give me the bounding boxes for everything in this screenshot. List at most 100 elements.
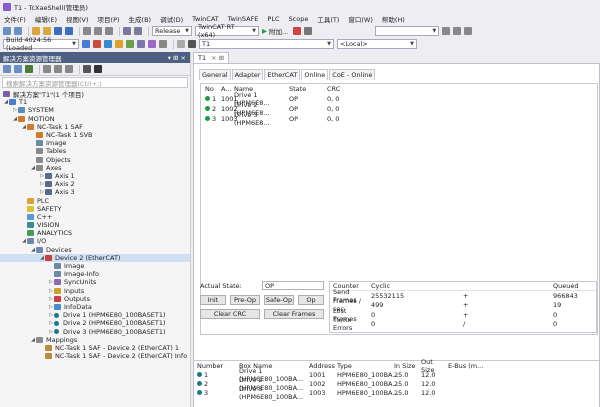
safeop-button[interactable]: Safe-Op — [264, 295, 294, 305]
attach-button[interactable]: 附加... — [269, 26, 288, 36]
col-no[interactable]: No — [201, 85, 221, 93]
tree-item-analytics[interactable]: ANALYTICS — [0, 229, 190, 237]
platform-dropdown[interactable]: TwinCAT RT (x64) ▼ — [195, 23, 259, 39]
scan-icon[interactable] — [115, 40, 123, 48]
tree-item-axis-1[interactable]: ▷ Axis 1 — [0, 172, 190, 180]
tree-item-cpp[interactable]: C++ — [0, 213, 190, 221]
col-number[interactable]: Number — [194, 362, 239, 370]
tree-item-axes[interactable]: ◢ Axes — [0, 164, 190, 172]
tree-item-device-2-ethercat[interactable]: ◢ Device 2 (EtherCAT) — [0, 253, 190, 262]
menu-tools[interactable]: 工具(T) — [317, 14, 339, 24]
toggle-freerun-icon[interactable] — [126, 40, 134, 48]
col-address[interactable]: Address — [309, 362, 337, 370]
tree-item-vision[interactable]: VISION — [0, 221, 190, 229]
toolbox-icon[interactable] — [453, 27, 462, 35]
tree-item-drive-3[interactable]: ▷ Drive 3 (HPM6E80_100BASET1) — [0, 327, 190, 336]
sync-icon[interactable] — [43, 65, 51, 73]
tree-item-io[interactable]: ◢ I/O — [0, 237, 190, 245]
tab-general[interactable]: General — [199, 69, 231, 80]
new-project-icon[interactable] — [32, 27, 40, 35]
tree-item-safety[interactable]: SAFETY — [0, 205, 190, 213]
col-ebus[interactable]: E-Bus (m... — [448, 362, 488, 370]
tree-item-objects[interactable]: Objects — [0, 156, 190, 164]
init-button[interactable]: Init — [200, 295, 226, 305]
pin-icon[interactable]: ▾ ⊞ — [168, 54, 179, 62]
close-icon[interactable]: × — [181, 54, 186, 62]
find-combo[interactable]: ▼ — [375, 26, 440, 36]
back-icon[interactable] — [3, 27, 11, 35]
undo-icon[interactable] — [123, 27, 131, 35]
tree-item-image-info[interactable]: Image-Info — [0, 270, 190, 278]
solution-search-input[interactable]: 搜索解决方案资源管理器(Ctrl+;) — [2, 77, 188, 88]
cut-icon[interactable] — [83, 27, 91, 35]
tree-item-image[interactable]: Image — [0, 139, 190, 147]
show-online-icon[interactable] — [137, 40, 145, 48]
tree-item-syncunits[interactable]: ▷ SyncUnits — [0, 278, 190, 286]
pointer-icon[interactable] — [177, 40, 185, 48]
properties-icon[interactable] — [464, 27, 473, 35]
clear-frames-button[interactable]: Clear Frames — [264, 309, 324, 319]
tree-item-mapping-info[interactable]: NC-Task 1 SAF - Device 2 (EtherCAT) Info — [0, 352, 190, 360]
menu-twincat[interactable]: TwinCAT — [192, 15, 219, 23]
home-icon[interactable] — [25, 65, 33, 73]
col-type[interactable]: Type — [337, 362, 394, 370]
device-row[interactable]: 3 1003 Drive 3 (HPM6E8... OP 0, 0 — [201, 111, 597, 127]
properties-icon[interactable] — [83, 65, 91, 73]
save-icon[interactable] — [54, 27, 62, 35]
redo-icon[interactable] — [134, 27, 142, 35]
save-all-icon[interactable] — [65, 27, 73, 35]
copy-icon[interactable] — [94, 27, 102, 35]
tree-item-nc-task[interactable]: ◢ NC-Task 1 SAF — [0, 123, 190, 131]
tab-coe-online[interactable]: CoE - Online — [329, 69, 376, 80]
tree-item-mappings[interactable]: ◢ Mappings — [0, 336, 190, 344]
menu-help[interactable]: 帮助(H) — [382, 14, 405, 24]
menu-scope[interactable]: Scope — [289, 15, 309, 23]
target-system-dropdown[interactable]: <Local> ▼ — [337, 39, 417, 49]
refresh-icon[interactable] — [54, 65, 62, 73]
find-icon[interactable] — [442, 27, 451, 35]
stop-icon[interactable] — [293, 27, 302, 35]
select-icon[interactable] — [188, 40, 196, 48]
tab-adapter[interactable]: Adapter — [231, 69, 264, 80]
activate-config-icon[interactable] — [82, 40, 90, 48]
tools-icon[interactable] — [159, 40, 167, 48]
box-row[interactable]: 3 Drive 3 (HPM6E80_100BA... 1003 HPM6E80… — [194, 385, 599, 401]
tree-item-system[interactable]: ▷ SYSTEM — [0, 106, 190, 114]
close-icon[interactable]: × ⊞ — [211, 54, 224, 62]
forward-icon[interactable] — [14, 65, 22, 73]
project-target-dropdown[interactable]: T1 ▼ — [199, 39, 334, 49]
menu-debug[interactable]: 调试(D) — [160, 14, 183, 24]
menu-project[interactable]: 项目(P) — [98, 14, 120, 24]
tree-item-solution[interactable]: 解决方案"T1"(1 个项目) — [0, 90, 190, 99]
step-icon[interactable] — [304, 27, 313, 35]
license-icon[interactable] — [148, 40, 156, 48]
collapse-all-icon[interactable] — [65, 65, 73, 73]
menu-build[interactable]: 生成(B) — [129, 14, 152, 24]
document-tab-t1[interactable]: T1 × ⊞ — [193, 52, 230, 63]
tree-item-devices[interactable]: ◢ Devices — [0, 246, 190, 254]
tab-ethercat[interactable]: EtherCAT — [264, 69, 301, 80]
tree-item-plc[interactable]: PLC — [0, 196, 190, 205]
tree-item-axis-2[interactable]: ▷ Axis 2 — [0, 180, 190, 188]
clear-crc-button[interactable]: Clear CRC — [200, 309, 260, 319]
restart-run-icon[interactable] — [93, 40, 101, 48]
paste-icon[interactable] — [105, 27, 113, 35]
preop-button[interactable]: Pre-Op — [230, 295, 260, 305]
col-crc[interactable]: CRC — [327, 85, 367, 93]
menu-twinsafe[interactable]: TwinSAFE — [228, 15, 259, 23]
start-icon[interactable]: ▶ — [262, 27, 267, 35]
menu-edit[interactable]: 编辑(E) — [35, 14, 57, 24]
tree-item-motion[interactable]: ◢ MOTION — [0, 115, 190, 123]
configuration-dropdown[interactable]: Release ▼ — [152, 26, 192, 36]
tree-item-device-image[interactable]: Image — [0, 262, 190, 270]
build-version-dropdown[interactable]: Build 4024.56 (Loaded ▼ — [3, 36, 79, 52]
tree-item-outputs[interactable]: ▷ Outputs — [0, 295, 190, 303]
menu-window[interactable]: 窗口(W) — [348, 14, 373, 24]
tree-item-mapping-1[interactable]: NC-Task 1 SAF - Device 2 (EtherCAT) 1 — [0, 344, 190, 352]
col-in-size[interactable]: In Size — [394, 362, 421, 370]
tree-item-infodata[interactable]: ▷ InfoData — [0, 303, 190, 311]
tree-item-axis-3[interactable]: ▷ Axis 3 — [0, 188, 190, 196]
menu-view[interactable]: 视图(V) — [66, 14, 89, 24]
tab-online[interactable]: Online — [301, 69, 329, 80]
config-mode-icon[interactable] — [104, 40, 112, 48]
